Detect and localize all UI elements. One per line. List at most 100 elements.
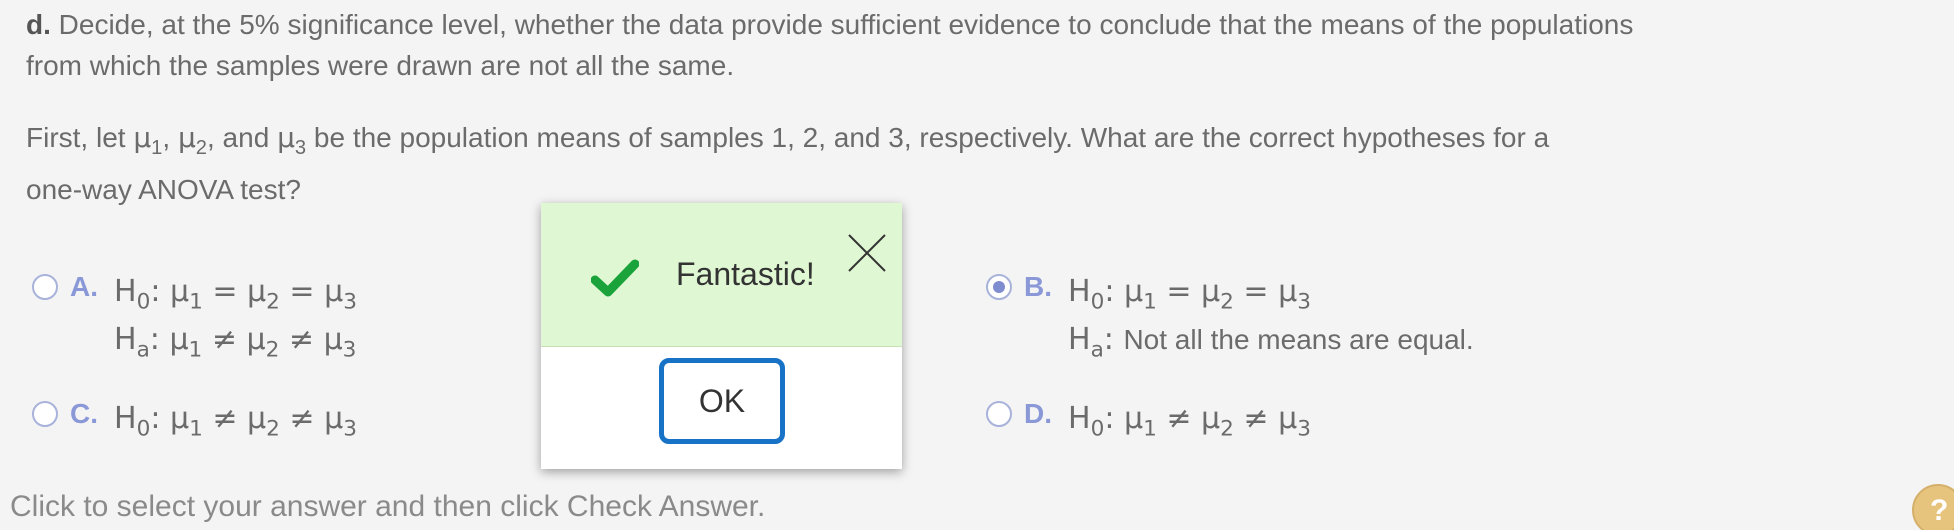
math-symbol: : <box>150 274 170 309</box>
part-text-line1: Decide, at the 5% significance level, wh… <box>50 9 1634 40</box>
option-b[interactable]: B. H0: μ1 = μ2 = μ3 Ha: Not all the mean… <box>986 268 1474 364</box>
subscript: 0 <box>1090 289 1105 315</box>
option-c[interactable]: C. H0: μ1 ≠ μ2 ≠ μ3 <box>32 395 357 443</box>
option-d-hypotheses: H0: μ1 ≠ μ2 ≠ μ3 <box>1068 395 1311 443</box>
math-symbol: : <box>150 401 170 436</box>
option-a-ha: Ha: μ1 ≠ μ2 ≠ μ3 <box>114 316 357 364</box>
option-b-ha: Ha: Not all the means are equal. <box>1068 316 1474 364</box>
option-d-radio[interactable] <box>986 401 1012 427</box>
math-symbol: μ <box>246 322 266 357</box>
option-b-hypotheses: H0: μ1 = μ2 = μ3 Ha: Not all the means a… <box>1068 268 1474 364</box>
math-symbol: ≠ <box>202 401 248 436</box>
math-symbol: μ <box>1123 401 1144 436</box>
math-symbol: H <box>114 274 137 309</box>
subscript: 1 <box>1143 289 1157 315</box>
subscript: 0 <box>136 416 151 442</box>
intro-text: First, let μ1, μ2, and μ3 be the populat… <box>26 118 1549 158</box>
subscript: 0 <box>1090 416 1105 442</box>
intro-text-line2: one-way ANOVA test? <box>26 174 301 205</box>
option-a[interactable]: A. H0: μ1 = μ2 = μ3 Ha: μ1 ≠ μ2 ≠ μ3 <box>32 268 357 364</box>
math-symbol: μ <box>1201 401 1221 436</box>
math-symbol: μ <box>323 322 343 357</box>
subscript: 2 <box>1220 416 1234 442</box>
option-d-letter: D. <box>1024 398 1052 429</box>
subscript: 2 <box>266 416 280 442</box>
subscript: 1 <box>1143 416 1157 442</box>
subscript: 1 <box>151 137 163 160</box>
math-symbol: = <box>1233 274 1279 309</box>
math-symbol: = <box>1156 274 1202 309</box>
subscript: 1 <box>189 416 203 442</box>
math-symbol: μ <box>324 401 344 436</box>
option-b-h0: H0: μ1 = μ2 = μ3 <box>1068 268 1474 316</box>
subscript: 3 <box>342 337 357 363</box>
math-symbol: H <box>114 401 137 436</box>
help-button[interactable]: ? <box>1912 484 1954 530</box>
subscript: 2 <box>265 337 280 363</box>
intro-text-end: be the population means of samples 1, 2,… <box>306 122 1550 153</box>
math-symbol: μ <box>247 274 267 309</box>
math-symbol: μ <box>247 401 267 436</box>
checkmark-icon <box>591 259 639 297</box>
math-symbol: μ <box>169 322 189 357</box>
option-c-letter: C. <box>70 398 98 429</box>
subscript: 3 <box>1297 416 1311 442</box>
option-c-h0: H0: μ1 ≠ μ2 ≠ μ3 <box>114 395 357 443</box>
math-symbol: : <box>149 322 170 357</box>
option-c-hypotheses: H0: μ1 ≠ μ2 ≠ μ3 <box>114 395 357 443</box>
option-c-radio[interactable] <box>32 401 58 427</box>
math-symbol: : <box>1104 401 1124 436</box>
math-symbol: ≠ <box>1233 401 1279 436</box>
math-symbol: μ <box>1278 401 1298 436</box>
intro-text-start: First, let <box>26 122 134 153</box>
part-label: d. <box>26 9 51 40</box>
math-symbol: ≠ <box>202 322 247 357</box>
math-symbol: μ <box>169 274 190 309</box>
question-part-d: d. Decide, at the 5% significance level,… <box>26 5 1633 45</box>
option-a-letter: A. <box>70 271 98 302</box>
feedback-dialog: Fantastic! OK <box>541 203 902 469</box>
math-symbol: H <box>114 322 137 357</box>
subscript: 2 <box>195 137 207 160</box>
math-symbol: H <box>1068 322 1091 357</box>
math-symbol: H <box>1068 274 1091 309</box>
option-d[interactable]: D. H0: μ1 ≠ μ2 ≠ μ3 <box>986 395 1311 443</box>
option-b-letter: B. <box>1024 271 1052 302</box>
subscript: 2 <box>1220 289 1234 315</box>
option-a-h0: H0: μ1 = μ2 = μ3 <box>114 268 357 316</box>
subscript: 3 <box>343 289 357 315</box>
option-a-hypotheses: H0: μ1 = μ2 = μ3 Ha: μ1 ≠ μ2 ≠ μ3 <box>114 268 357 364</box>
part-text-line2: from which the samples were drawn are no… <box>26 50 735 81</box>
math-symbol: = <box>279 274 325 309</box>
math-symbol: μ <box>169 401 190 436</box>
subscript: 2 <box>266 289 280 315</box>
option-b-radio[interactable] <box>986 274 1012 300</box>
feedback-message: Fantastic! <box>676 256 815 292</box>
math-symbol: = <box>202 274 248 309</box>
math-symbol: μ <box>1123 274 1144 309</box>
math-symbol: μ <box>1278 274 1298 309</box>
math-symbol: H <box>1068 401 1091 436</box>
subscript: 1 <box>189 289 203 315</box>
option-b-ha-text: Not all the means are equal. <box>1123 324 1474 355</box>
mu-symbol: μ <box>277 121 295 154</box>
mu-symbol: μ <box>177 121 196 154</box>
subscript: 3 <box>1297 289 1311 315</box>
footer-instruction: Click to select your answer and then cli… <box>10 490 766 523</box>
subscript: 0 <box>136 289 151 315</box>
math-symbol: ≠ <box>279 401 325 436</box>
math-symbol: μ <box>1201 274 1221 309</box>
subscript: a <box>136 337 150 363</box>
math-symbol: : <box>1103 322 1124 357</box>
close-icon[interactable] <box>847 233 887 273</box>
math-symbol: μ <box>324 274 344 309</box>
math-symbol: ≠ <box>1156 401 1202 436</box>
subscript: a <box>1090 337 1104 363</box>
option-a-radio[interactable] <box>32 274 58 300</box>
subscript: 3 <box>343 416 357 442</box>
subscript: 3 <box>294 137 307 160</box>
ok-button[interactable]: OK <box>659 358 785 444</box>
subscript: 1 <box>188 337 203 363</box>
math-symbol: ≠ <box>279 322 324 357</box>
feedback-dialog-header: Fantastic! <box>541 203 902 347</box>
